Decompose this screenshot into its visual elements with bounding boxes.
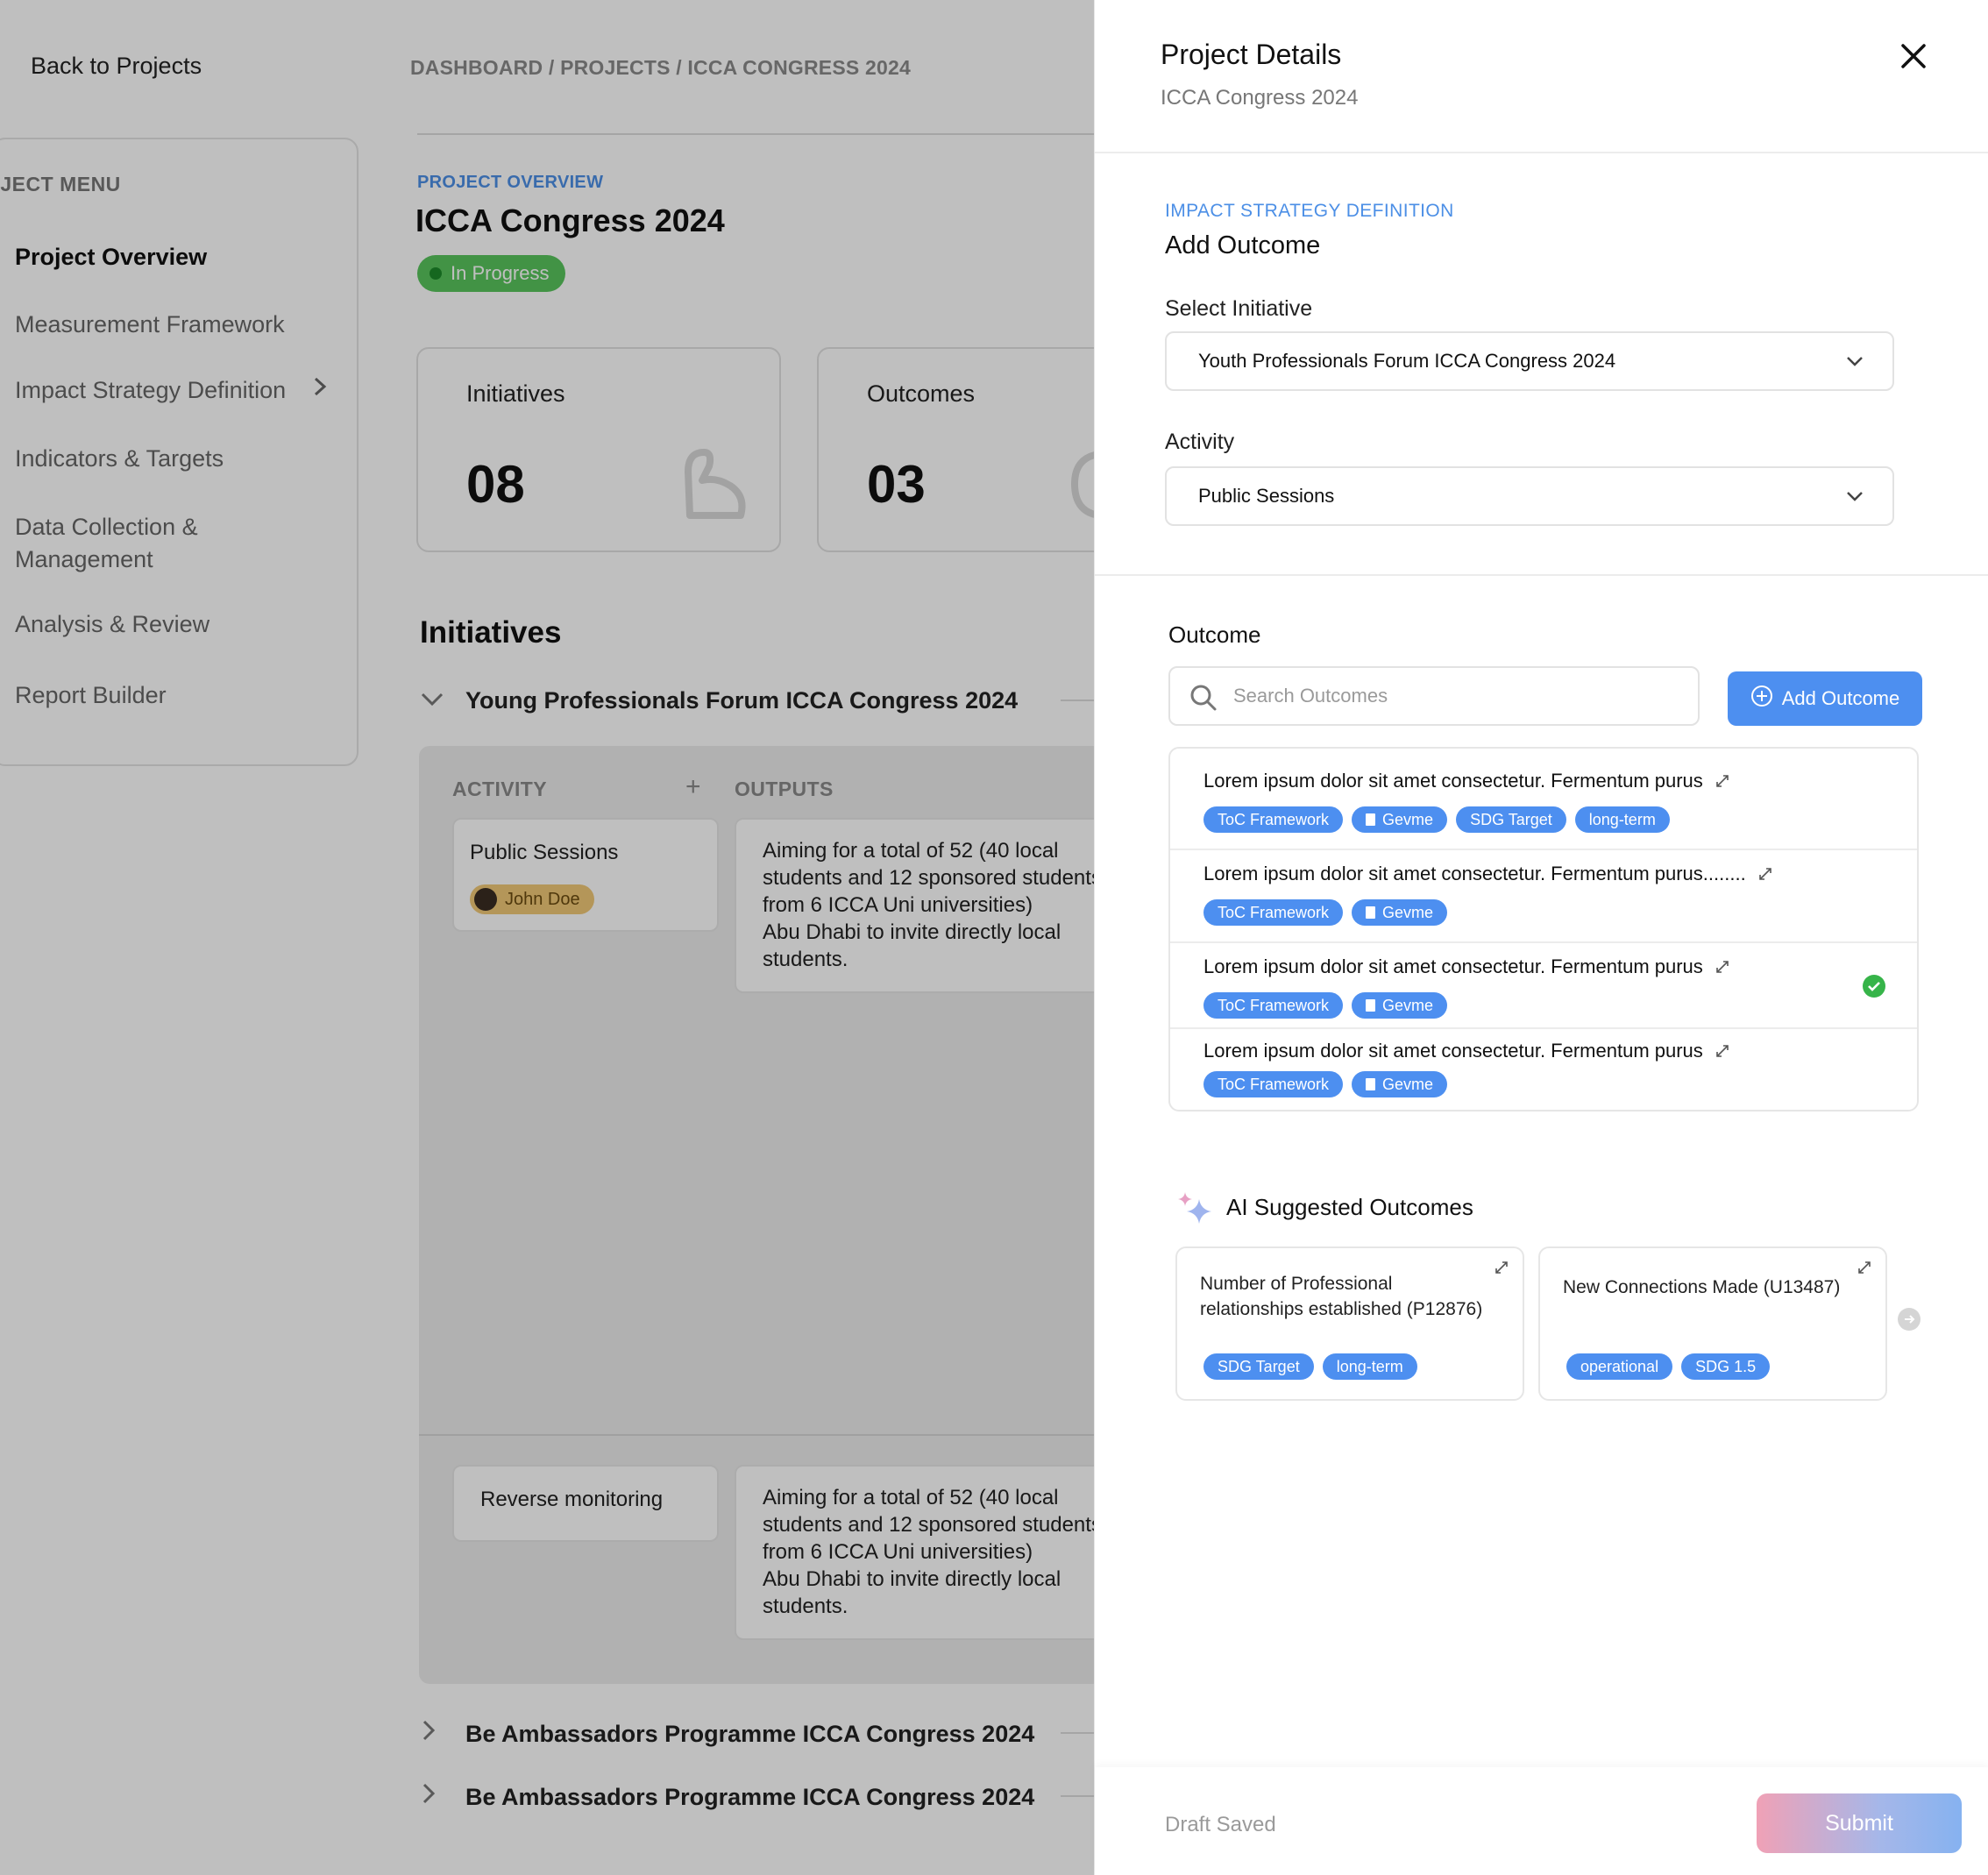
outcome-item[interactable]: Lorem ipsum dolor sit amet consectetur. …: [1170, 749, 1917, 850]
sparkle-icon: [1176, 1190, 1215, 1233]
tag: long-term: [1574, 806, 1670, 833]
tag: Gevme: [1352, 992, 1448, 1019]
building-icon: [1366, 813, 1376, 826]
outcome-text: Lorem ipsum dolor sit amet consectetur. …: [1203, 863, 1772, 886]
activity-select[interactable]: Public Sessions: [1165, 466, 1894, 526]
modal-backdrop[interactable]: [0, 0, 1094, 1875]
close-icon[interactable]: [1892, 35, 1935, 77]
tag: SDG Target: [1456, 806, 1566, 833]
drawer-title: Project Details: [1161, 39, 1342, 70]
outcome-item[interactable]: Lorem ipsum dolor sit amet consectetur. …: [1170, 1029, 1917, 1110]
expand-icon[interactable]: [1715, 771, 1729, 793]
search-input[interactable]: [1232, 678, 1687, 714]
expand-icon[interactable]: [1715, 1040, 1729, 1063]
plus-circle-icon: [1750, 685, 1773, 713]
add-outcome-label: Add Outcome: [1781, 687, 1900, 709]
tag: operational: [1566, 1353, 1673, 1380]
tag: Gevme: [1352, 1071, 1448, 1097]
project-details-drawer: Project Details ICCA Congress 2024 IMPAC…: [1094, 0, 1988, 1875]
chevron-down-icon: [1845, 333, 1864, 411]
select-value: Public Sessions: [1198, 485, 1335, 507]
outcome-list: Lorem ipsum dolor sit amet consectetur. …: [1168, 747, 1919, 1112]
outcome-item[interactable]: Lorem ipsum dolor sit amet consectetur. …: [1170, 850, 1917, 943]
outcome-text: Lorem ipsum dolor sit amet consectetur. …: [1203, 770, 1729, 793]
select-initiative-label: Select Initiative: [1165, 296, 1313, 321]
tag: Gevme: [1352, 806, 1448, 833]
ai-suggestion-card[interactable]: Number of Professional relationships est…: [1175, 1246, 1524, 1401]
tag: ToC Framework: [1203, 1071, 1344, 1097]
building-icon: [1366, 1078, 1376, 1090]
search-icon: [1189, 684, 1218, 716]
check-circle-icon: [1863, 975, 1885, 998]
tag: Gevme: [1352, 899, 1448, 926]
ai-suggestion-text: Number of Professional relationships est…: [1200, 1274, 1483, 1319]
section-title: Add Outcome: [1165, 231, 1321, 259]
select-value: Youth Professionals Forum ICCA Congress …: [1198, 350, 1616, 372]
expand-icon[interactable]: [1758, 863, 1772, 886]
expand-icon[interactable]: [1495, 1261, 1509, 1279]
ai-suggestion-card[interactable]: New Connections Made (U13487) operationa…: [1538, 1246, 1887, 1401]
outcome-label: Outcome: [1168, 621, 1261, 648]
building-icon: [1366, 999, 1376, 1012]
ai-suggestion-text: New Connections Made (U13487): [1563, 1277, 1841, 1297]
initiative-select[interactable]: Youth Professionals Forum ICCA Congress …: [1165, 331, 1894, 391]
expand-icon[interactable]: [1715, 956, 1729, 979]
add-outcome-button[interactable]: Add Outcome: [1728, 671, 1922, 726]
tag: ToC Framework: [1203, 899, 1344, 926]
section-divider: [1095, 574, 1988, 576]
building-icon: [1366, 906, 1376, 919]
tag: SDG 1.5: [1681, 1353, 1771, 1380]
submit-button[interactable]: Submit: [1757, 1793, 1962, 1853]
arrow-right-circle-icon[interactable]: [1898, 1308, 1921, 1331]
drawer-subtitle: ICCA Congress 2024: [1161, 86, 1359, 110]
tag: ToC Framework: [1203, 992, 1344, 1019]
tag: SDG Target: [1203, 1353, 1314, 1380]
header-divider: [1095, 152, 1988, 153]
outcome-text: Lorem ipsum dolor sit amet consectetur. …: [1203, 1040, 1729, 1063]
expand-icon[interactable]: [1857, 1261, 1871, 1279]
section-label: IMPACT STRATEGY DEFINITION: [1165, 201, 1454, 221]
ai-suggested-title: AI Suggested Outcomes: [1226, 1194, 1473, 1220]
tag: ToC Framework: [1203, 806, 1344, 833]
chevron-down-icon: [1845, 468, 1864, 546]
outcome-item-selected[interactable]: Lorem ipsum dolor sit amet consectetur. …: [1170, 943, 1917, 1029]
tag: long-term: [1322, 1353, 1417, 1380]
draft-status: Draft Saved: [1165, 1813, 1276, 1836]
search-box: [1168, 666, 1700, 726]
outcome-text: Lorem ipsum dolor sit amet consectetur. …: [1203, 955, 1729, 979]
activity-label: Activity: [1165, 430, 1235, 454]
